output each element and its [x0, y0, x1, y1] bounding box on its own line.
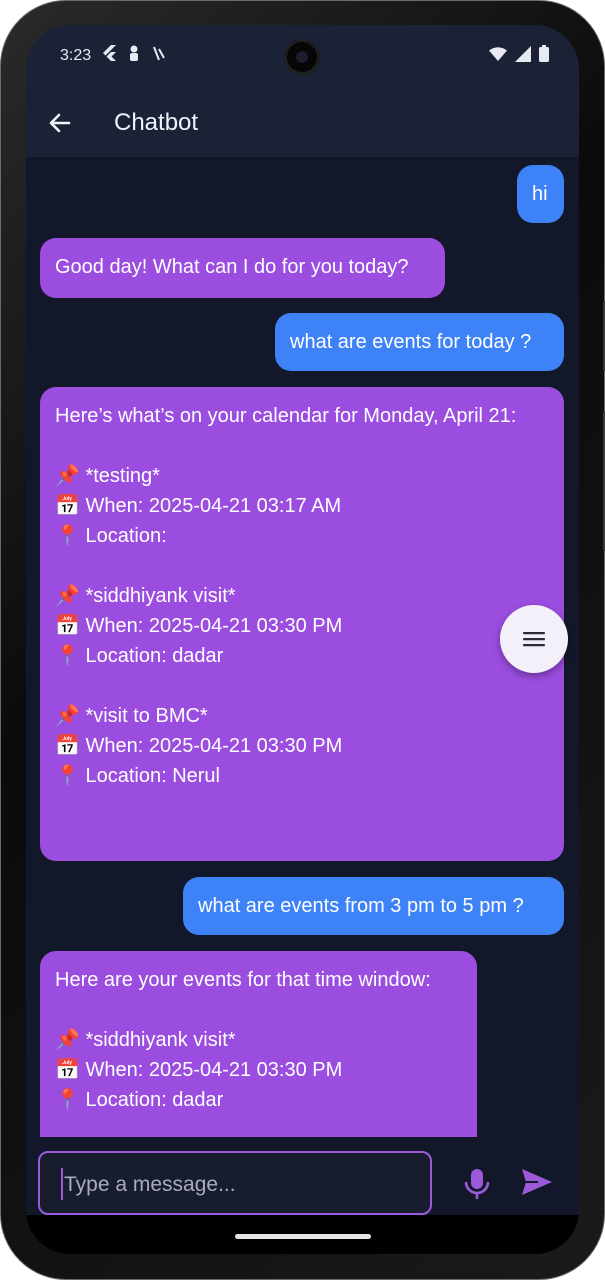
chat-list[interactable]: hi Good day! What can I do for you today… [26, 157, 579, 1137]
mic-button[interactable] [462, 1167, 492, 1201]
screen: 3:23 Chatbot hi Good day! What can I do … [26, 25, 579, 1254]
menu-button[interactable] [500, 605, 568, 673]
signal-icon [515, 45, 531, 67]
person-icon [128, 45, 140, 65]
gesture-nav-bar [26, 1215, 579, 1254]
wifi-icon [489, 46, 507, 66]
status-left-icons [102, 45, 166, 65]
app-bar: Chatbot [26, 87, 579, 157]
message-input-box[interactable] [38, 1151, 432, 1215]
menu-icon [523, 632, 545, 647]
bot-message: Here’s what’s on your calendar for Monda… [40, 387, 564, 861]
arrow-left-icon [49, 113, 71, 133]
battery-icon [539, 45, 549, 67]
user-message: what are events for today ? [275, 313, 564, 371]
notification-icon [152, 45, 166, 65]
home-indicator[interactable] [235, 1234, 371, 1239]
user-message: what are events from 3 pm to 5 pm ? [183, 877, 564, 935]
bot-message: Good day! What can I do for you today? [40, 238, 445, 298]
front-camera [284, 39, 320, 75]
bot-message: Here are your events for that time windo… [40, 951, 477, 1137]
status-time: 3:23 [60, 47, 92, 64]
message-input[interactable] [62, 1169, 406, 1201]
status-bar: 3:23 [26, 25, 579, 87]
user-message: hi [517, 165, 564, 223]
page-title: Chatbot [114, 109, 199, 136]
send-icon [522, 1169, 552, 1195]
microphone-icon [464, 1169, 490, 1199]
send-button[interactable] [520, 1167, 554, 1201]
status-right-icons [489, 45, 549, 67]
back-button[interactable] [46, 109, 74, 137]
flutter-icon [102, 45, 116, 65]
phone-frame: 3:23 Chatbot hi Good day! What can I do … [0, 0, 605, 1280]
